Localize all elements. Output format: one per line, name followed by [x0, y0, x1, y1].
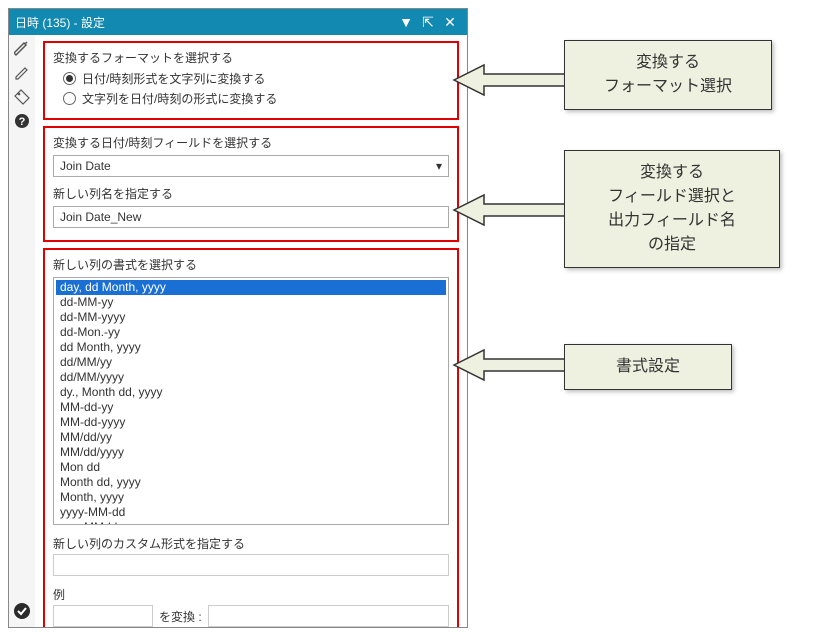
- format-section-title: 変換するフォーマットを選択する: [53, 49, 449, 66]
- callout-text: 出力フィールド名: [581, 209, 763, 233]
- list-item[interactable]: dy., Month dd, yyyy: [56, 385, 446, 400]
- field-select[interactable]: Join Date: [53, 155, 449, 177]
- tag-icon[interactable]: [12, 87, 32, 107]
- help-icon[interactable]: ?: [12, 111, 32, 131]
- titlebar: 日時 (135) - 設定 ▼ ⇱ ✕: [9, 9, 467, 35]
- callout-text: フィールド選択と: [581, 185, 763, 209]
- toolstrip: ?: [9, 35, 35, 627]
- popout-icon[interactable]: ⇱: [417, 15, 439, 29]
- wand-icon[interactable]: [12, 39, 32, 59]
- list-item[interactable]: dd Month, yyyy: [56, 340, 446, 355]
- dropdown-icon[interactable]: ▼: [395, 15, 417, 29]
- radio-datetime-to-string[interactable]: 日付/時刻形式を文字列に変換する: [63, 70, 449, 87]
- format-select-section: 変換するフォーマットを選択する 日付/時刻形式を文字列に変換する 文字列を日付/…: [43, 41, 459, 120]
- callout-text: 変換する: [581, 51, 755, 75]
- format-listbox[interactable]: day, dd Month, yyyydd-MM-yydd-MM-yyyydd-…: [53, 277, 449, 525]
- callout-format-setting: 書式設定: [564, 344, 732, 390]
- callout-arrow: [454, 190, 574, 233]
- newcol-input[interactable]: Join Date_New: [53, 206, 449, 228]
- convert-label: を変換 :: [159, 608, 202, 625]
- pencil-icon[interactable]: [12, 63, 32, 83]
- list-item[interactable]: dd/MM/yy: [56, 355, 446, 370]
- list-item[interactable]: Month, yyyy: [56, 490, 446, 505]
- newcol-value: Join Date_New: [60, 210, 141, 224]
- callout-text: 書式設定: [581, 355, 715, 379]
- list-item[interactable]: MM-dd-yy: [56, 400, 446, 415]
- example-output: [208, 605, 449, 627]
- list-item[interactable]: MM/dd/yy: [56, 430, 446, 445]
- radio-icon[interactable]: [63, 72, 76, 85]
- close-icon[interactable]: ✕: [439, 15, 461, 29]
- field-select-section: 変換する日付/時刻フィールドを選択する Join Date 新しい列名を指定する…: [43, 126, 459, 242]
- field-select-label: 変換する日付/時刻フィールドを選択する: [53, 134, 449, 151]
- window-title: 日時 (135) - 設定: [15, 14, 105, 31]
- custom-format-input[interactable]: [53, 554, 449, 576]
- field-select-value: Join Date: [60, 159, 111, 173]
- list-item[interactable]: dd-Mon.-yy: [56, 325, 446, 340]
- config-window: 日時 (135) - 設定 ▼ ⇱ ✕ ? 変換: [8, 8, 468, 628]
- list-item[interactable]: yyyyMMdd: [56, 520, 446, 525]
- list-item[interactable]: MM-dd-yyyy: [56, 415, 446, 430]
- format-section: 新しい列の書式を選択する day, dd Month, yyyydd-MM-yy…: [43, 248, 459, 627]
- radio-icon[interactable]: [63, 92, 76, 105]
- callout-arrow: [454, 60, 574, 103]
- radio-label: 文字列を日付/時刻の形式に変換する: [82, 90, 277, 107]
- list-item[interactable]: yyyy-MM-dd: [56, 505, 446, 520]
- callout-arrow: [454, 345, 574, 388]
- example-label: 例: [53, 586, 449, 603]
- list-item[interactable]: dd/MM/yyyy: [56, 370, 446, 385]
- list-item[interactable]: Mon dd: [56, 460, 446, 475]
- callout-field-select: 変換する フィールド選択と 出力フィールド名 の指定: [564, 150, 780, 268]
- list-item[interactable]: dd-MM-yy: [56, 295, 446, 310]
- config-content: 変換するフォーマットを選択する 日付/時刻形式を文字列に変換する 文字列を日付/…: [35, 35, 467, 627]
- custom-format-label: 新しい列のカスタム形式を指定する: [53, 535, 449, 552]
- ok-icon[interactable]: [12, 601, 32, 621]
- callout-format-select: 変換する フォーマット選択: [564, 40, 772, 110]
- list-item[interactable]: Month dd, yyyy: [56, 475, 446, 490]
- format-list-label: 新しい列の書式を選択する: [53, 256, 449, 273]
- radio-label: 日付/時刻形式を文字列に変換する: [82, 70, 265, 87]
- list-item[interactable]: MM/dd/yyyy: [56, 445, 446, 460]
- list-item[interactable]: dd-MM-yyyy: [56, 310, 446, 325]
- radio-string-to-datetime[interactable]: 文字列を日付/時刻の形式に変換する: [63, 90, 449, 107]
- svg-text:?: ?: [19, 116, 26, 128]
- callout-text: フォーマット選択: [581, 75, 755, 99]
- list-item[interactable]: day, dd Month, yyyy: [56, 280, 446, 295]
- callout-text: の指定: [581, 233, 763, 257]
- newcol-label: 新しい列名を指定する: [53, 185, 449, 202]
- callout-text: 変換する: [581, 161, 763, 185]
- example-input[interactable]: [53, 605, 153, 627]
